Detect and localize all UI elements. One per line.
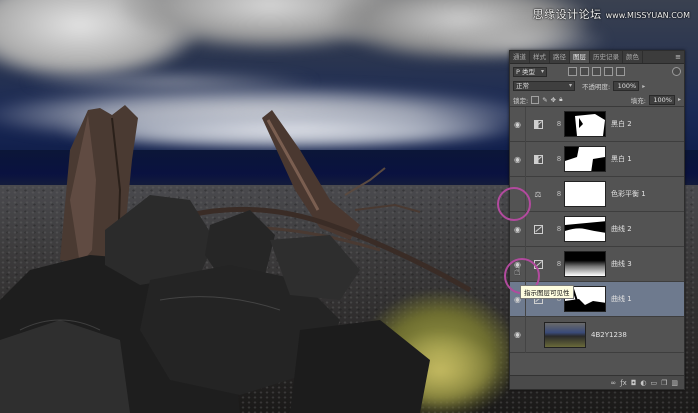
chevron-down-icon: ▾ xyxy=(568,82,572,89)
tab-color[interactable]: 颜色 xyxy=(623,51,643,63)
layer-mask-thumbnail[interactable] xyxy=(564,111,606,137)
opacity-label: 不透明度: xyxy=(582,83,611,91)
layer-row[interactable]: ⚖ 8 色彩平衡 1 xyxy=(510,176,684,212)
type-filter-icon[interactable] xyxy=(592,67,601,76)
new-group-icon[interactable]: ▭ xyxy=(650,376,657,390)
eye-icon[interactable]: ◉ xyxy=(510,141,526,177)
panel-tabs: 通道 样式 路径 图层 历史记录 颜色 ≡ xyxy=(510,51,684,64)
chain-link-icon[interactable]: 8 xyxy=(554,260,564,268)
watermark: 思缘设计论坛 www.MISSYUAN.COM xyxy=(533,6,690,22)
annotation-circle xyxy=(497,187,531,221)
lock-position-icon[interactable]: ✥ xyxy=(551,96,556,104)
layer-style-icon[interactable]: ƒx xyxy=(620,376,627,390)
layer-name: 色彩平衡 1 xyxy=(611,190,646,198)
fill-slider-icon[interactable]: ▸ xyxy=(678,96,681,103)
filter-kind-label: P 类型 xyxy=(516,67,535,76)
layer-row[interactable]: ◉ 8 黑白 2 xyxy=(510,106,684,142)
layer-filter-row: P 类型 ▾ xyxy=(510,64,684,79)
layer-name: 黑白 2 xyxy=(611,120,632,128)
lock-all-icon[interactable]: 🔒︎ xyxy=(559,95,562,104)
layers-panel: 通道 样式 路径 图层 历史记录 颜色 ≡ P 类型 ▾ 正常 ▾ 不透明度: 10… xyxy=(509,50,685,390)
shape-filter-icon[interactable] xyxy=(604,67,613,76)
chevron-down-icon: ▾ xyxy=(540,67,544,75)
layer-name: 曲线 3 xyxy=(611,260,632,268)
chain-link-icon[interactable]: 8 xyxy=(554,120,564,128)
layer-mask-thumbnail[interactable] xyxy=(564,216,606,242)
tab-styles[interactable]: 样式 xyxy=(530,51,550,63)
watermark-text: 思缘设计论坛 xyxy=(532,8,602,21)
pixel-filter-icon[interactable] xyxy=(568,67,577,76)
link-layers-icon[interactable]: ∞ xyxy=(610,376,616,390)
tab-history[interactable]: 历史记录 xyxy=(590,51,623,63)
new-layer-icon[interactable]: ❐ xyxy=(661,376,667,390)
blend-mode-label: 正常 xyxy=(516,82,529,90)
layer-name: 曲线 1 xyxy=(611,295,632,303)
chain-link-icon[interactable]: 8 xyxy=(554,155,564,163)
fill-input[interactable]: 100% xyxy=(648,94,675,105)
layers-panel-footer: ∞ ƒx ◘ ◐ ▭ ❐ ▥ xyxy=(510,375,684,389)
layer-row[interactable]: ◉ 8 黑白 1 xyxy=(510,141,684,177)
chain-link-icon[interactable]: 8 xyxy=(554,190,564,198)
eye-icon[interactable]: ◉ xyxy=(510,106,526,142)
layer-row[interactable]: ◉ 4B2Y1238 xyxy=(510,316,684,353)
layer-list: ◉ 8 黑白 2 ◉ 8 黑白 1 ⚖ 8 色彩平衡 1 ◉ 8 曲线 2 ◉ … xyxy=(510,106,684,353)
trash-icon[interactable]: ▥ xyxy=(671,376,678,390)
smart-object-filter-icon[interactable] xyxy=(616,67,625,76)
layer-mask-thumbnail[interactable] xyxy=(564,146,606,172)
black-white-adjustment-icon xyxy=(532,119,544,129)
blend-row: 正常 ▾ 不透明度: 100% ▸ xyxy=(510,79,684,93)
layer-mask-thumbnail[interactable] xyxy=(564,181,606,207)
tooltip: 指示图层可见性 xyxy=(520,285,574,299)
lock-pixels-icon[interactable]: ✎ xyxy=(542,96,547,104)
fill-label: 填充: xyxy=(630,96,646,105)
tab-paths[interactable]: 路径 xyxy=(550,51,570,63)
lock-transparent-icon[interactable] xyxy=(531,95,540,104)
blend-mode-select[interactable]: 正常 ▾ xyxy=(513,81,575,91)
watermark-url: www.MISSYUAN.COM xyxy=(605,11,690,20)
lock-row: 锁定: ✎ ✥ 🔒︎ 填充: 100% ▸ xyxy=(510,93,684,107)
layer-name: 曲线 2 xyxy=(611,225,632,233)
layer-row[interactable]: ◉ 8 曲线 2 xyxy=(510,211,684,247)
new-adjustment-layer-icon[interactable]: ◐ xyxy=(640,376,646,390)
layer-name: 黑白 1 xyxy=(611,155,632,163)
panel-menu-icon[interactable]: ≡ xyxy=(672,51,684,63)
layer-mask-thumbnail[interactable] xyxy=(564,251,606,277)
eye-icon[interactable]: ◉ xyxy=(510,316,526,353)
adjustment-filter-icon[interactable] xyxy=(580,67,589,76)
hand-cursor-icon: ☝ xyxy=(514,265,521,278)
lock-label: 锁定: xyxy=(513,96,529,105)
chain-link-icon[interactable]: 8 xyxy=(554,225,564,233)
opacity-input[interactable]: 100% xyxy=(613,81,640,91)
tab-layers[interactable]: 图层 xyxy=(570,51,590,63)
filter-kind-select[interactable]: P 类型 ▾ xyxy=(513,66,547,77)
add-mask-icon[interactable]: ◘ xyxy=(631,376,637,390)
opacity-slider-icon[interactable]: ▸ xyxy=(642,83,645,90)
black-white-adjustment-icon xyxy=(532,154,544,164)
tab-channels[interactable]: 通道 xyxy=(510,51,530,63)
layer-thumbnail[interactable] xyxy=(544,321,586,348)
color-balance-icon: ⚖ xyxy=(534,189,542,199)
filter-toggle-icon[interactable] xyxy=(672,67,681,76)
layer-name: 4B2Y1238 xyxy=(591,330,627,339)
curves-adjustment-icon xyxy=(532,224,544,234)
